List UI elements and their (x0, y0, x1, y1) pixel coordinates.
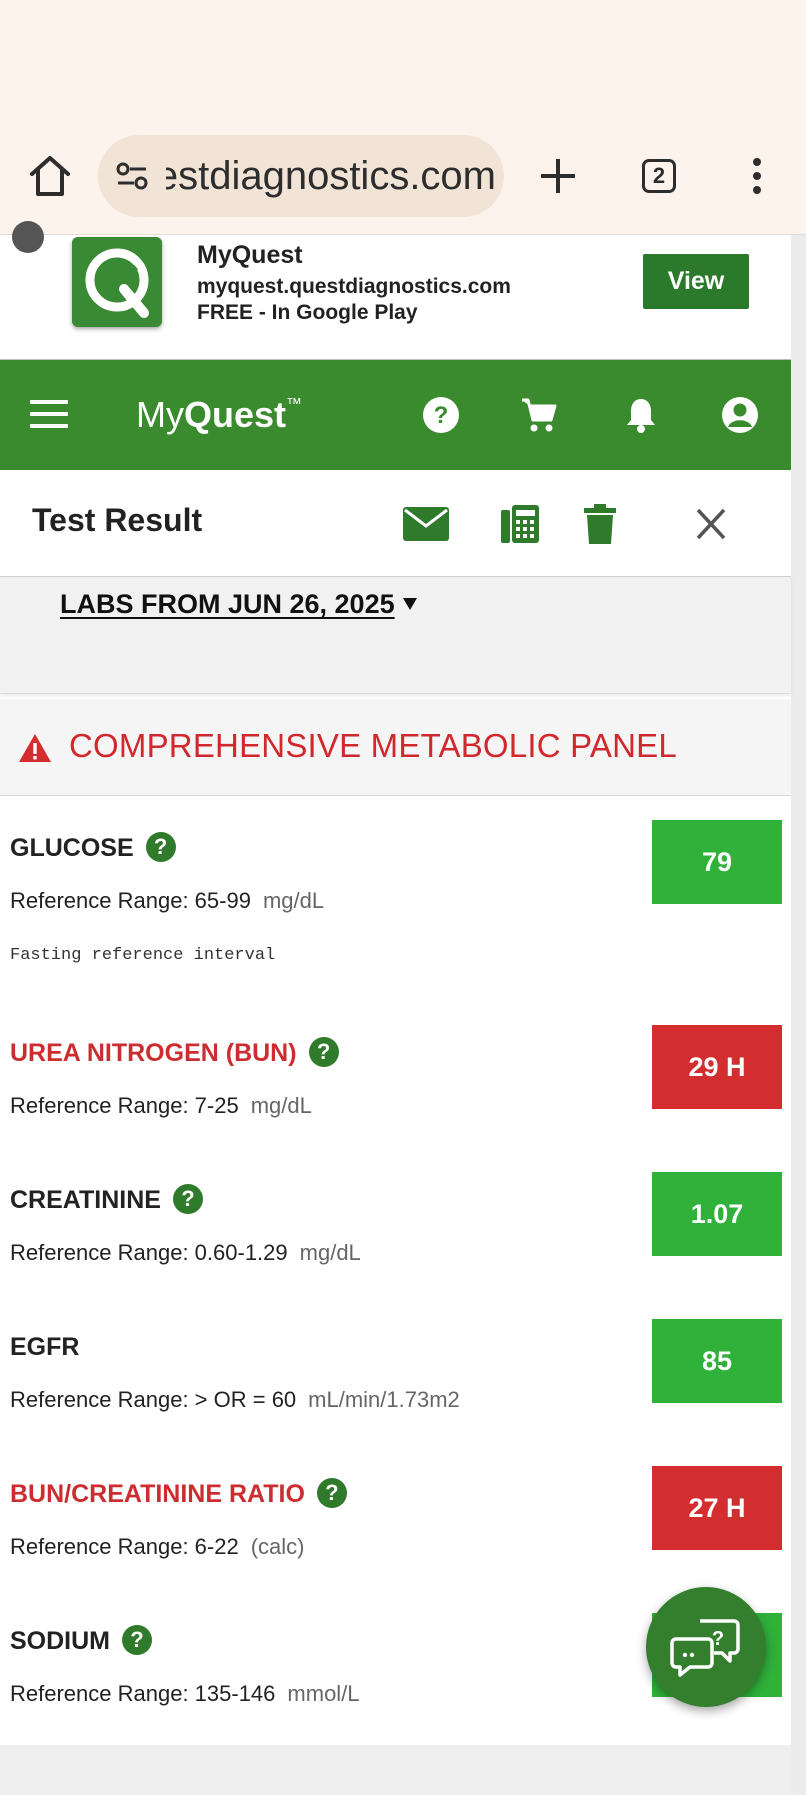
unit-label: mg/dL (262, 888, 325, 913)
url-text[interactable]: myquest.questdiagnostics.com (166, 135, 496, 217)
test-name: UREA NITROGEN (BUN)? (10, 1037, 339, 1069)
close-icon[interactable] (694, 504, 728, 544)
app-name: MyQuest (197, 241, 303, 269)
email-icon[interactable] (402, 504, 450, 544)
chat-support-button[interactable]: ? (646, 1587, 766, 1707)
chat-help-icon: ? (670, 1619, 740, 1677)
reference-range: Reference Range: 7-25 mg/dL (10, 1093, 312, 1118)
site-settings-icon[interactable] (114, 158, 150, 194)
fax-icon[interactable] (500, 504, 540, 544)
reference-range: Reference Range: > OR = 60 mL/min/1.73m2 (10, 1387, 460, 1412)
labs-date-selector[interactable]: LABS FROM JUN 26, 2025 (0, 577, 791, 694)
panel-title: COMPREHENSIVE METABOLIC PANEL (69, 727, 677, 764)
result-value-badge[interactable]: 85 (652, 1319, 782, 1403)
bell-icon[interactable] (622, 396, 660, 434)
status-bar-area (0, 0, 806, 118)
unit-label: mmol/L (287, 1681, 360, 1706)
app-url: myquest.questdiagnostics.com (197, 275, 511, 298)
reference-range: Reference Range: 135-146 mmol/L (10, 1681, 360, 1706)
web-page: MyQuest myquest.questdiagnostics.com FRE… (0, 221, 791, 1745)
myquest-logo[interactable]: MyQuest™ (136, 394, 302, 436)
menu-icon[interactable] (30, 400, 68, 428)
view-app-button[interactable]: View (643, 254, 749, 309)
app-store-line: FREE - In Google Play (197, 301, 418, 324)
main-navigation: MyQuest™ ? (0, 360, 791, 470)
caret-down-icon[interactable] (402, 597, 418, 611)
test-row-egfr: EGFR Reference Range: > OR = 60 mL/min/1.… (0, 1319, 791, 1473)
banner-close-icon[interactable] (12, 221, 44, 253)
address-bar[interactable]: myquest.questdiagnostics.com (98, 135, 504, 217)
svg-text:?: ? (434, 402, 449, 429)
reference-range: Reference Range: 6-22 (calc) (10, 1534, 305, 1559)
test-help-icon[interactable]: ? (145, 832, 176, 863)
more-options-icon[interactable] (742, 156, 772, 196)
account-icon[interactable] (721, 396, 759, 434)
unit-label: mg/dL (299, 1240, 361, 1265)
test-row-bun: UREA NITROGEN (BUN)? Reference Range: 7-… (0, 1025, 791, 1179)
scrollbar[interactable] (791, 235, 806, 1795)
tab-switcher-button[interactable]: 2 (642, 159, 676, 193)
unit-label: mL/min/1.73m2 (308, 1387, 460, 1412)
help-icon[interactable]: ? (422, 396, 460, 434)
test-help-icon[interactable]: ? (122, 1625, 152, 1656)
result-value-badge[interactable]: 79 (652, 820, 782, 904)
reference-range: Reference Range: 65-99 mg/dL (10, 888, 325, 913)
result-value-badge[interactable]: 1.07 (652, 1172, 782, 1256)
test-name: GLUCOSE? (10, 832, 176, 864)
app-install-banner: MyQuest myquest.questdiagnostics.com FRE… (0, 221, 791, 360)
trash-icon[interactable] (584, 504, 616, 544)
test-row-creatinine: CREATININE? Reference Range: 0.60-1.29 mg… (0, 1172, 791, 1326)
warning-icon (19, 734, 51, 762)
test-note: Fasting reference interval (10, 946, 276, 965)
test-help-icon[interactable]: ? (308, 1037, 339, 1068)
test-name: BUN/CREATININE RATIO? (10, 1478, 347, 1510)
cart-icon[interactable] (520, 396, 558, 434)
test-row-glucose: GLUCOSE? Reference Range: 65-99 mg/dL Fas… (0, 820, 791, 1014)
page-title: Test Result (32, 502, 203, 538)
myquest-app-logo (72, 237, 162, 327)
test-help-icon[interactable]: ? (316, 1478, 347, 1509)
unit-label: (calc) (250, 1534, 305, 1559)
home-icon[interactable] (26, 152, 74, 200)
test-name: EGFR (10, 1333, 80, 1361)
reference-range: Reference Range: 0.60-1.29 mg/dL (10, 1240, 361, 1265)
unit-label: mg/dL (250, 1093, 312, 1118)
new-tab-icon[interactable] (538, 156, 578, 196)
test-name: CREATININE? (10, 1184, 203, 1216)
panel-header[interactable]: COMPREHENSIVE METABOLIC PANEL (0, 699, 791, 796)
test-help-icon[interactable]: ? (172, 1184, 203, 1215)
result-value-badge[interactable]: 29 H (652, 1025, 782, 1109)
test-name: SODIUM? (10, 1625, 152, 1657)
result-value-badge[interactable]: 27 H (652, 1466, 782, 1550)
labs-date-label[interactable]: LABS FROM JUN 26, 2025 (60, 589, 395, 620)
test-result-header: Test Result (0, 470, 791, 577)
